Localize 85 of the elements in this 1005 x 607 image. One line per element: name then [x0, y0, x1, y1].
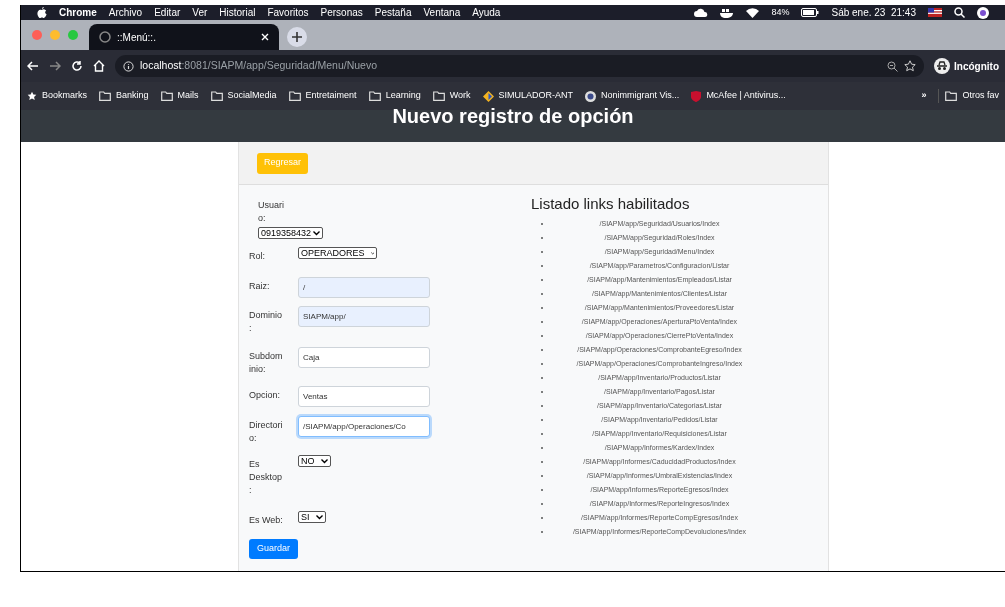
- field-label: Es Web:: [249, 514, 284, 527]
- select-field[interactable]: SI: [298, 511, 326, 523]
- window-controls-icon: [31, 29, 81, 41]
- field-label: Opcion:: [249, 389, 282, 402]
- menu-item[interactable]: Archivo: [108, 5, 143, 20]
- reload-icon: [71, 60, 83, 72]
- profile-button[interactable]: Incógnito: [934, 58, 999, 74]
- folder-icon: [288, 91, 301, 101]
- field-label: Directorio:: [249, 419, 284, 445]
- apple-icon: [37, 7, 47, 18]
- browser-tab[interactable]: ::Menú::.: [89, 24, 279, 50]
- more-bookmarks[interactable]: »: [921, 89, 927, 103]
- battery-icon: [801, 8, 820, 17]
- home-icon: [93, 60, 105, 72]
- list-title: Listado links habilitados: [531, 195, 691, 213]
- diamond-icon: [482, 90, 494, 102]
- text-field[interactable]: SIAPM/app/: [298, 306, 430, 327]
- bookmark[interactable]: Otros fav: [938, 89, 999, 103]
- bookmark[interactable]: Entretaiment: [288, 89, 357, 103]
- menu-item[interactable]: Ayuda: [472, 5, 501, 20]
- new-tab-icon: [287, 27, 307, 47]
- bookmark[interactable]: McAfee | Antivirus...: [691, 89, 786, 103]
- chevron-icon: [313, 230, 321, 236]
- field-label: Es Desktop:: [249, 458, 284, 497]
- user-select[interactable]: 0919358432: [258, 227, 324, 239]
- star-icon: [904, 60, 916, 72]
- folder-icon: [368, 91, 381, 101]
- seal-icon: [585, 90, 596, 102]
- bookmark[interactable]: Nonimmigrant Vis...: [585, 89, 680, 103]
- text-field[interactable]: /SIAPM/app/Operaciones/Co: [298, 416, 430, 437]
- menu-item[interactable]: Editar: [154, 5, 181, 20]
- wifi-icon: [746, 7, 760, 18]
- search-icon: [954, 7, 965, 18]
- forward-icon: [49, 61, 61, 71]
- menu-item[interactable]: Pestaña: [374, 5, 412, 20]
- info-icon: [123, 60, 134, 72]
- folder-icon: [432, 91, 445, 101]
- folder-icon: [160, 91, 173, 101]
- clock: Sáb ene. 23 21:43: [831, 6, 916, 20]
- bookmark[interactable]: SIMULADOR-ANT: [482, 89, 573, 103]
- bookmark[interactable]: Learning: [368, 89, 421, 103]
- menu-item[interactable]: Historial: [219, 5, 256, 20]
- menu-item[interactable]: Personas: [320, 5, 363, 20]
- siri-icon: [977, 6, 989, 19]
- incognito-icon: [934, 58, 950, 74]
- battery-percent: 84%: [771, 5, 790, 19]
- menu-item[interactable]: Ver: [192, 5, 208, 20]
- folder-icon: [99, 91, 111, 101]
- bookmark[interactable]: Bookmarks: [27, 89, 87, 103]
- bookmark[interactable]: SocialMedia: [210, 89, 277, 103]
- star-icon: [27, 91, 37, 101]
- bookmark[interactable]: Work: [432, 89, 471, 103]
- select-field[interactable]: NO: [298, 455, 331, 467]
- menu-item[interactable]: Ventana: [423, 5, 461, 20]
- page-title: Nuevo registro de opción: [392, 106, 634, 126]
- flag-icon: [928, 8, 942, 17]
- field-label: Dominio:: [249, 309, 283, 335]
- cloud-icon: [694, 8, 709, 17]
- field-label: Subdominio:: [249, 350, 284, 376]
- text-field[interactable]: /: [298, 277, 430, 298]
- save-button[interactable]: Guardar: [249, 539, 299, 559]
- close-icon: [261, 33, 269, 41]
- address-bar[interactable]: localhost:8081/SIAPM/app/Seguridad/Menu/Nuevo: [115, 55, 924, 77]
- app-name[interactable]: Chrome: [59, 5, 97, 20]
- text-field[interactable]: Ventas: [298, 386, 430, 407]
- globe-icon: [99, 31, 111, 43]
- menu-item[interactable]: Favoritos: [267, 5, 309, 20]
- whale-icon: [720, 7, 735, 18]
- field-label: Rol:: [249, 250, 266, 263]
- chevron-icon: [370, 250, 374, 256]
- folder-icon: [945, 91, 958, 101]
- url-text: localhost:8081/SIAPM/app/Seguridad/Menu/Nuevo: [140, 58, 377, 74]
- back-icon: [27, 61, 39, 71]
- chevron-icon: [315, 514, 323, 520]
- bookmark[interactable]: Mails: [160, 89, 199, 103]
- folder-icon: [210, 91, 223, 101]
- select-field[interactable]: OPERADORES: [298, 247, 377, 259]
- field-label: Raiz:: [249, 280, 271, 293]
- shield-icon: [691, 90, 702, 102]
- field-label: Usuario:: [258, 199, 285, 225]
- tab-title: ::Menú::.: [117, 30, 157, 45]
- text-field[interactable]: Caja: [298, 347, 430, 368]
- bookmark[interactable]: Banking: [99, 89, 149, 103]
- chevron-icon: [320, 458, 328, 464]
- zoom-icon: [887, 60, 898, 72]
